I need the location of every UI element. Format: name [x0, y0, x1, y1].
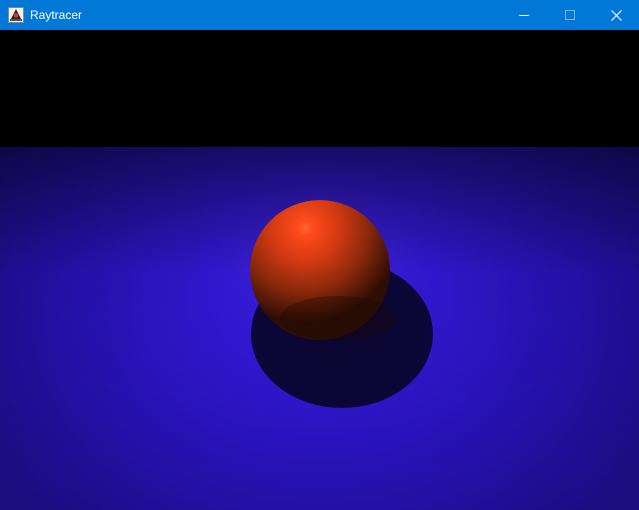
- window-title: Raytracer: [30, 8, 83, 22]
- render-canvas[interactable]: [0, 30, 639, 510]
- title-bar[interactable]: Raytracer: [0, 0, 639, 30]
- app-window: Raytracer: [0, 0, 639, 510]
- sky-background: [0, 30, 639, 147]
- minimize-icon: [519, 15, 529, 16]
- window-controls: [501, 0, 639, 30]
- java-duke-icon[interactable]: [8, 7, 24, 23]
- close-button[interactable]: [593, 0, 639, 30]
- maximize-icon: [565, 10, 575, 20]
- raytraced-scene: [0, 30, 639, 510]
- close-icon: [610, 9, 622, 21]
- minimize-button[interactable]: [501, 0, 547, 30]
- maximize-button[interactable]: [547, 0, 593, 30]
